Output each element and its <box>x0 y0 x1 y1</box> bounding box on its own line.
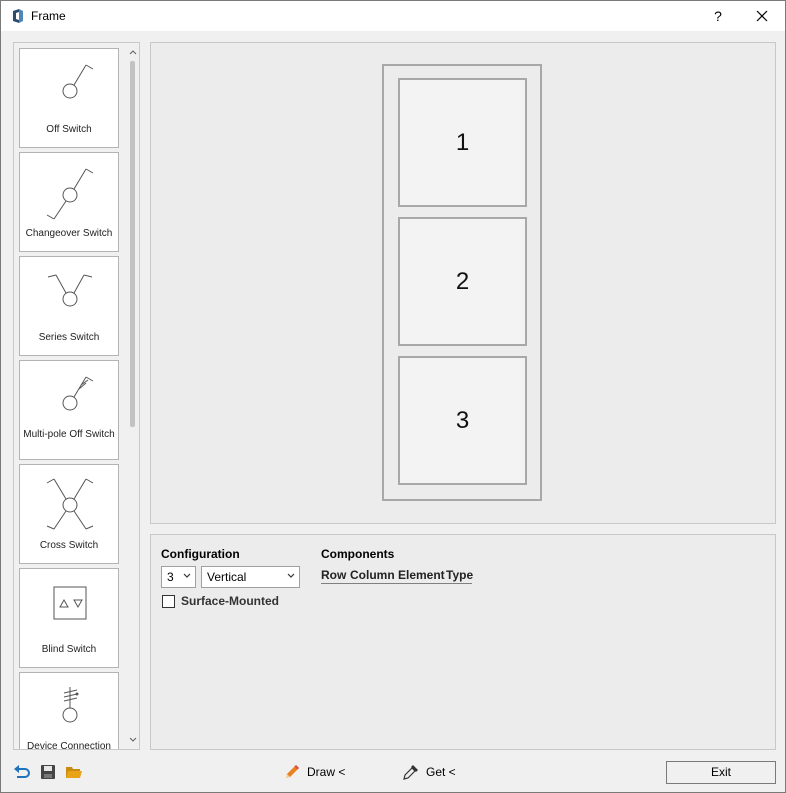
multi-pole-off-switch-icon <box>62 376 94 411</box>
column-header-element[interactable]: Element <box>398 568 445 582</box>
palette-item-off-switch[interactable]: Off Switch <box>19 48 119 148</box>
column-header-row[interactable]: Row <box>321 568 346 582</box>
changeover-switch-icon <box>46 168 94 220</box>
frame-cell[interactable]: 2 <box>398 217 527 346</box>
palette-item-label: Series Switch <box>38 332 100 343</box>
cell-number: 3 <box>455 406 470 434</box>
palette-item-label: Device Connection <box>27 741 111 750</box>
surface-mounted-label: Surface-Mounted <box>181 594 280 608</box>
title-bar: Frame ? <box>1 1 785 31</box>
get-button[interactable]: Get < <box>402 762 456 782</box>
get-label: Get < <box>426 765 456 779</box>
draw-button[interactable]: Draw < <box>283 762 345 782</box>
pencil-icon <box>286 765 299 778</box>
symbol-palette: Off Switch Changeover Switch Series Swit… <box>13 42 140 750</box>
components-heading: Components <box>321 547 395 561</box>
off-switch-icon <box>62 64 94 99</box>
scroll-down-icon[interactable] <box>128 735 138 745</box>
save-icon[interactable] <box>39 763 57 781</box>
chevron-down-icon <box>287 573 295 578</box>
window-title: Frame <box>31 9 66 23</box>
frame-cell[interactable]: 1 <box>398 78 527 207</box>
close-icon[interactable] <box>747 4 777 28</box>
palette-item-label: Multi-pole Off Switch <box>23 429 115 440</box>
count-value: 3 <box>167 570 174 584</box>
palette-item-cross-switch[interactable]: Cross Switch <box>19 464 119 564</box>
configuration-panel: Configuration 3 Vertical Surface-Mounted… <box>150 534 776 750</box>
app-logo-icon <box>13 9 23 23</box>
frame-cell[interactable]: 3 <box>398 356 527 485</box>
device-connection-icon <box>62 687 79 723</box>
cell-number: 2 <box>455 267 470 295</box>
exit-button[interactable]: Exit <box>666 761 776 784</box>
palette-item-multi-pole-off-switch[interactable]: Multi-pole Off Switch <box>19 360 119 460</box>
count-select[interactable]: 3 <box>161 566 196 588</box>
palette-item-blind-switch[interactable]: Blind Switch <box>19 568 119 668</box>
scroll-up-icon[interactable] <box>128 47 138 57</box>
cross-switch-icon <box>46 478 94 530</box>
palette-item-label: Changeover Switch <box>25 228 113 239</box>
surface-mounted-checkbox[interactable] <box>162 595 175 608</box>
orientation-value: Vertical <box>207 570 247 584</box>
cell-number: 1 <box>455 128 470 156</box>
frame-outline: 1 2 3 <box>382 64 542 501</box>
orientation-select[interactable]: Vertical <box>201 566 300 588</box>
draw-label: Draw < <box>307 765 346 779</box>
frame-dialog: Frame ? Off Switch Changeover Switch Ser… <box>0 0 786 793</box>
help-button[interactable]: ? <box>707 6 729 26</box>
configuration-heading: Configuration <box>161 547 240 561</box>
palette-item-label: Off Switch <box>46 124 92 135</box>
palette-item-label: Blind Switch <box>41 644 97 655</box>
palette-item-device-connection[interactable]: Device Connection <box>19 672 119 750</box>
column-header-type[interactable]: Type <box>446 568 473 582</box>
chevron-down-icon <box>183 573 191 578</box>
frame-preview: 1 2 3 <box>150 42 776 524</box>
column-header-column[interactable]: Column <box>350 568 395 582</box>
blind-switch-icon <box>53 586 87 620</box>
header-divider <box>321 583 472 584</box>
palette-item-label: Cross Switch <box>39 540 99 551</box>
undo-icon[interactable] <box>13 763 31 781</box>
open-folder-icon[interactable] <box>65 763 83 781</box>
scroll-thumb[interactable] <box>130 61 135 427</box>
palette-item-changeover-switch[interactable]: Changeover Switch <box>19 152 119 252</box>
series-switch-icon <box>47 274 93 307</box>
palette-item-series-switch[interactable]: Series Switch <box>19 256 119 356</box>
eyedropper-icon <box>403 765 418 780</box>
palette-scrollbar[interactable] <box>126 43 139 749</box>
